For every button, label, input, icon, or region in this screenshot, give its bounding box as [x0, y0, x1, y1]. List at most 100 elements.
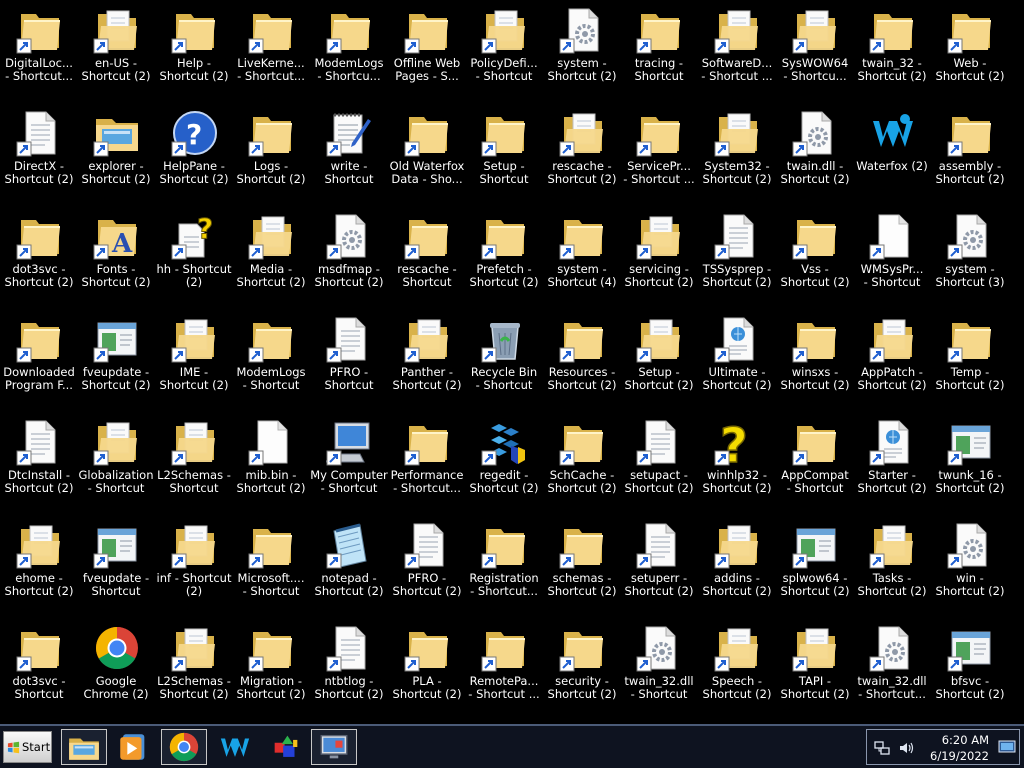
show-desktop-icon[interactable]: [998, 740, 1016, 754]
desktop-icon[interactable]: ModemLogs - Shortcu...: [310, 6, 388, 102]
desktop-icon[interactable]: Waterfox (2): [853, 109, 931, 205]
desktop-icon[interactable]: System32 - Shortcut (2): [698, 109, 776, 205]
desktop-icon[interactable]: PFRO - Shortcut: [310, 315, 388, 411]
clock-time[interactable]: 6:20 AM: [942, 733, 989, 747]
desktop-icon[interactable]: dot3svc - Shortcut: [0, 624, 78, 720]
desktop-icon[interactable]: Speech - Shortcut (2): [698, 624, 776, 720]
desktop-icon[interactable]: Help - Shortcut (2): [155, 6, 233, 102]
desktop-icon[interactable]: SchCache - Shortcut (2): [543, 418, 621, 514]
desktop-icon[interactable]: ? HelpPane - Shortcut (2): [155, 109, 233, 205]
desktop-icon[interactable]: Temp - Shortcut (2): [931, 315, 1009, 411]
desktop-icon[interactable]: explorer - Shortcut (2): [77, 109, 155, 205]
desktop-icon[interactable]: Resources - Shortcut (2): [543, 315, 621, 411]
taskbar-media-button[interactable]: [110, 729, 156, 765]
desktop-icon[interactable]: Vss - Shortcut (2): [776, 212, 854, 308]
desktop-icon[interactable]: IME - Shortcut (2): [155, 315, 233, 411]
desktop-icon[interactable]: WMSysPr... - Shortcut: [853, 212, 931, 308]
desktop-icon[interactable]: TAPI - Shortcut (2): [776, 624, 854, 720]
desktop-icon[interactable]: TSSysprep - Shortcut (2): [698, 212, 776, 308]
taskbar-explorer-button[interactable]: [61, 729, 107, 765]
desktop-icon[interactable]: twain_32.dll - Shortcut...: [853, 624, 931, 720]
desktop-icon[interactable]: Recycle Bin - Shortcut: [465, 315, 543, 411]
desktop-icon[interactable]: RemotePa... - Shortcut ...: [465, 624, 543, 720]
desktop-icon[interactable]: Offline Web Pages - S...: [388, 6, 466, 102]
desktop-icon[interactable]: notepad - Shortcut (2): [310, 521, 388, 617]
desktop-icon[interactable]: twain.dll - Shortcut (2): [776, 109, 854, 205]
desktop-icon[interactable]: Logs - Shortcut (2): [232, 109, 310, 205]
taskbar-waterfox-button[interactable]: [212, 729, 258, 765]
desktop-icon[interactable]: ehome - Shortcut (2): [0, 521, 78, 617]
desktop-icon[interactable]: msdfmap - Shortcut (2): [310, 212, 388, 308]
desktop-icon[interactable]: PolicyDefi... - Shortcut: [465, 6, 543, 102]
desktop-icon[interactable]: AppCompat - Shortcut: [776, 418, 854, 514]
desktop-icon[interactable]: Setup - Shortcut (2): [620, 315, 698, 411]
desktop-icon[interactable]: LiveKerne... - Shortcut...: [232, 6, 310, 102]
desktop-icon[interactable]: ? hh - Shortcut (2): [155, 212, 233, 308]
desktop-icon[interactable]: ServicePr... - Shortcut ...: [620, 109, 698, 205]
desktop-icon[interactable]: ModemLogs - Shortcut: [232, 315, 310, 411]
desktop-icon[interactable]: My Computer - Shortcut: [310, 418, 388, 514]
desktop-icon[interactable]: S: [1009, 109, 1024, 205]
taskbar-screen-button[interactable]: [311, 729, 357, 765]
desktop-icon[interactable]: system - Shortcut (3): [931, 212, 1009, 308]
desktop-icon[interactable]: Registration - Shortcut...: [465, 521, 543, 617]
desktop-icon[interactable]: Ultimate - Shortcut (2): [698, 315, 776, 411]
desktop-icon[interactable]: Setup - Shortcut: [465, 109, 543, 205]
desktop-icon[interactable]: L2Schemas - Shortcut: [155, 418, 233, 514]
desktop-icon[interactable]: fveupdate - Shortcut (2): [77, 315, 155, 411]
desktop-icon[interactable]: system - Shortcut (4): [543, 212, 621, 308]
desktop-icon[interactable]: SoftwareD... - Shortcut ...: [698, 6, 776, 102]
desktop-icon[interactable]: PFRO - Shortcut (2): [388, 521, 466, 617]
desktop-icon[interactable]: t S: [1009, 212, 1024, 308]
desktop-icon[interactable]: Downloaded Program F...: [0, 315, 78, 411]
desktop-icon[interactable]: mib.bin - Shortcut (2): [232, 418, 310, 514]
desktop-icon[interactable]: dot3svc - Shortcut (2): [0, 212, 78, 308]
desktop-icon[interactable]: write - Shortcut: [310, 109, 388, 205]
volume-icon[interactable]: [898, 740, 914, 756]
desktop-icon[interactable]: twain_32 - Shortcut (2): [853, 6, 931, 102]
desktop-icon[interactable]: splwow64 - Shortcut (2): [776, 521, 854, 617]
desktop-icon[interactable]: assembly - Shortcut (2): [931, 109, 1009, 205]
desktop-icon[interactable]: Starter - Shortcut (2): [853, 418, 931, 514]
desktop-icon[interactable]: en-US - Shortcut (2): [77, 6, 155, 102]
desktop-icon[interactable]: Old Waterfox Data - Sho...: [388, 109, 466, 205]
desktop-icon[interactable]: security - Shortcut (2): [543, 624, 621, 720]
desktop-icon[interactable]: DtcInstall - Shortcut (2): [0, 418, 78, 514]
desktop-icon[interactable]: setuperr - Shortcut (2): [620, 521, 698, 617]
desktop-icon[interactable]: twunk_16 - Shortcut (2): [931, 418, 1009, 514]
taskbar-chrome-button[interactable]: [161, 729, 207, 765]
desktop-icon[interactable]: twain_32.dll - Shortcut: [620, 624, 698, 720]
desktop-icon[interactable]: rescache - Shortcut: [388, 212, 466, 308]
network-icon[interactable]: [874, 740, 890, 756]
desktop-icon[interactable]: A Fonts - Shortcut (2): [77, 212, 155, 308]
desktop-icon[interactable]: Tasks - Shortcut (2): [853, 521, 931, 617]
desktop-icon[interactable]: Media - Shortcut (2): [232, 212, 310, 308]
desktop-icon[interactable]: winsxs - Shortcut (2): [776, 315, 854, 411]
desktop-icon[interactable]: rescache - Shortcut (2): [543, 109, 621, 205]
desktop-icon[interactable]: PLA - Shortcut (2): [388, 624, 466, 720]
start-button[interactable]: Start: [3, 731, 52, 763]
desktop-icon[interactable]: W: [1009, 315, 1024, 411]
desktop-icon[interactable]: servicing - Shortcut (2): [620, 212, 698, 308]
desktop-icon[interactable]: Migration - Shortcut (2): [232, 624, 310, 720]
desktop-icon[interactable]: addins - Shortcut (2): [698, 521, 776, 617]
desktop-icon[interactable]: schemas - Shortcut (2): [543, 521, 621, 617]
desktop-icon[interactable]: bfsvc - Shortcut (2): [931, 624, 1009, 720]
desktop-icon[interactable]: Web - Shortcut (2): [931, 6, 1009, 102]
desktop-icon[interactable]: regedit - Shortcut (2): [465, 418, 543, 514]
desktop-icon[interactable]: ntbtlog - Shortcut (2): [310, 624, 388, 720]
desktop-icon[interactable]: DirectX - Shortcut (2): [0, 109, 78, 205]
desktop-icon[interactable]: Microsoft.... - Shortcut: [232, 521, 310, 617]
desktop-icon[interactable]: Panther - Shortcut (2): [388, 315, 466, 411]
desktop-icon[interactable]: fveupdate - Shortcut: [77, 521, 155, 617]
desktop-icon[interactable]: win - Shortcut (2): [931, 521, 1009, 617]
desktop-icon[interactable]: Performance - Shortcut...: [388, 418, 466, 514]
desktop-icon[interactable]: DigitalLoc... - Shortcut...: [0, 6, 78, 102]
desktop-icon[interactable]: Google Chrome (2): [77, 624, 155, 720]
desktop-icon[interactable]: Globalization - Shortcut: [77, 418, 155, 514]
desktop-icon[interactable]: inf - Shortcut (2): [155, 521, 233, 617]
desktop-icon[interactable]: Prefetch - Shortcut (2): [465, 212, 543, 308]
taskbar-setup-button[interactable]: [263, 729, 309, 765]
desktop-icon[interactable]: AppPatch - Shortcut (2): [853, 315, 931, 411]
desktop-icon[interactable]: setupact - Shortcut (2): [620, 418, 698, 514]
